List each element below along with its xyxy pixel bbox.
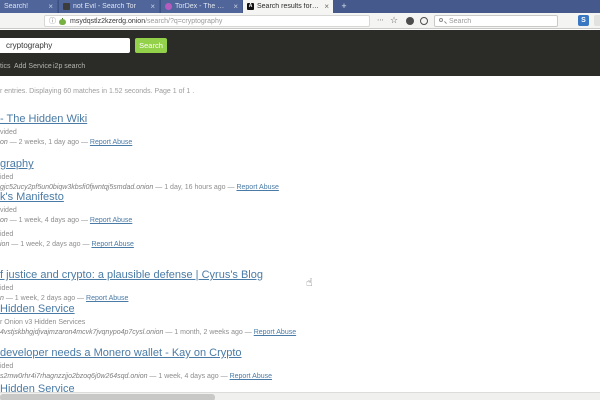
- circuit-display-icon[interactable]: [420, 17, 428, 25]
- ahmia-favicon: A: [247, 3, 254, 10]
- result-description: ided: [0, 230, 420, 239]
- onion-bulb: [59, 19, 66, 25]
- search-result: f justice and crypto: a plausible defens…: [0, 268, 420, 303]
- tab-label: not Evil - Search Tor: [73, 3, 146, 10]
- result-description: r Onion v3 Hidden Services: [0, 318, 420, 327]
- result-description: ided: [0, 173, 420, 182]
- search-lens: [439, 18, 443, 22]
- toolbar-search-input[interactable]: [449, 18, 553, 25]
- result-onion-url: on: [0, 217, 8, 224]
- tab-label: TorDex - The Uncensored Tor Index: [175, 3, 229, 10]
- tab-close-icon[interactable]: ×: [150, 2, 155, 11]
- report-abuse-link[interactable]: Report Abuse: [90, 217, 132, 224]
- toolbar-search-box[interactable]: [434, 15, 558, 27]
- result-title-link[interactable]: - The Hidden Wiki: [0, 112, 420, 126]
- report-abuse-link[interactable]: Report Abuse: [86, 295, 128, 302]
- result-meta: on — 1 week, 4 days ago — Report Abuse: [0, 216, 420, 225]
- result-meta: on — 2 weeks, 1 day ago — Report Abuse: [0, 138, 420, 147]
- result-onion-url: ion: [0, 241, 9, 248]
- result-onion-url: on: [0, 139, 8, 146]
- url-domain: msydqstlz2kzerdg.onion: [70, 18, 145, 25]
- url-bar[interactable]: ⓘ msydqstlz2kzerdg.onion/search/?q=crypt…: [44, 15, 370, 27]
- overflow-extension-icon[interactable]: [594, 15, 600, 26]
- nav-link-add-service[interactable]: Add Service: [14, 63, 52, 70]
- tor-onion-menu-icon[interactable]: [406, 17, 414, 25]
- report-abuse-link[interactable]: Report Abuse: [90, 139, 132, 146]
- tab-close-icon[interactable]: ×: [324, 2, 329, 11]
- navigation-toolbar: ⓘ msydqstlz2kzerdg.onion/search/?q=crypt…: [0, 13, 600, 29]
- result-description: vided: [0, 206, 420, 215]
- result-age: — 2 weeks, 1 day ago —: [8, 139, 90, 146]
- result-age: — 1 month, 2 weeks ago —: [163, 329, 253, 336]
- result-onion-url: s2mw0rhr4i7rhagnzzjjo2bzoq6j0w264sqd.oni…: [0, 373, 147, 380]
- result-onion-url: 4vstjskbhgjdjvajmzaron4mcvk7jvqnypo4p7cy…: [0, 329, 163, 336]
- tab-tordex[interactable]: TorDex - The Uncensored Tor Index ×: [160, 0, 242, 13]
- tab-search[interactable]: Search! ×: [0, 0, 57, 13]
- tab-close-icon[interactable]: ×: [233, 2, 238, 11]
- bookmark-star-icon[interactable]: ☆: [390, 15, 398, 26]
- search-result: - The Hidden Wiki vided on — 2 weeks, 1 …: [0, 112, 420, 147]
- report-abuse-link[interactable]: Report Abuse: [254, 329, 296, 336]
- result-description: ided: [0, 362, 420, 371]
- result-description: vided: [0, 128, 420, 137]
- report-abuse-link[interactable]: Report Abuse: [91, 241, 133, 248]
- tab-active-search-results[interactable]: A Search results for cryptography ×: [243, 0, 333, 13]
- new-tab-button[interactable]: +: [337, 0, 351, 13]
- result-title-link[interactable]: k's Manifesto: [0, 190, 420, 204]
- site-header: Search tics Add Service i2p search: [0, 30, 600, 76]
- result-age: — 1 week, 2 days ago —: [9, 241, 91, 248]
- search-result: k's Manifesto vided on — 1 week, 4 days …: [0, 190, 420, 225]
- mouse-cursor: ☝: [306, 276, 313, 289]
- report-abuse-link[interactable]: Report Abuse: [230, 373, 272, 380]
- search-result: developer needs a Monero wallet - Kay on…: [0, 346, 420, 381]
- site-nav: tics Add Service i2p search: [0, 63, 300, 73]
- nav-link-statistics[interactable]: tics: [0, 63, 11, 70]
- nav-link-i2p-search[interactable]: i2p search: [53, 63, 85, 70]
- tab-close-icon[interactable]: ×: [48, 2, 53, 11]
- result-title-link[interactable]: Hidden Service: [0, 302, 420, 316]
- tab-label: Search!: [4, 3, 44, 10]
- tab-not-evil[interactable]: not Evil - Search Tor ×: [58, 0, 159, 13]
- tab-label: Search results for cryptography: [257, 3, 320, 10]
- horizontal-scrollbar[interactable]: [0, 392, 600, 400]
- tab-bar: Search! × not Evil - Search Tor × TorDex…: [0, 0, 600, 13]
- search-result: Hidden Service r Onion v3 Hidden Service…: [0, 302, 420, 337]
- search-result: ided ion — 1 week, 2 days ago — Report A…: [0, 228, 420, 249]
- result-title-link[interactable]: developer needs a Monero wallet - Kay on…: [0, 346, 420, 360]
- not-evil-favicon: [63, 3, 70, 10]
- search-icon: [439, 18, 446, 25]
- result-title-link[interactable]: graphy: [0, 157, 420, 171]
- result-meta: 4vstjskbhgjdjvajmzaron4mcvk7jvqnypo4p7cy…: [0, 328, 420, 337]
- result-meta: s2mw0rhr4i7rhagnzzjjo2bzoq6j0w264sqd.oni…: [0, 372, 420, 381]
- result-age: — 1 week, 4 days ago —: [8, 217, 90, 224]
- site-search-input[interactable]: [0, 38, 130, 53]
- result-meta: ion — 1 week, 2 days ago — Report Abuse: [0, 240, 420, 249]
- page-actions-icon[interactable]: ⋯: [377, 16, 384, 24]
- browser-window: Search! × not Evil - Search Tor × TorDex…: [0, 0, 600, 400]
- tordex-favicon: [165, 3, 172, 10]
- search-result: graphy ided gjc52ucy2pf5un0biqw3kbsfi0fj…: [0, 157, 420, 192]
- search-handle: [444, 21, 447, 24]
- result-age: — 1 week, 2 days ago —: [4, 295, 86, 302]
- noscript-icon[interactable]: S: [578, 15, 589, 26]
- url-path: /search/?q=cryptography: [145, 18, 222, 25]
- result-description: ided: [0, 284, 420, 293]
- results-stats: r entries. Displaying 60 matches in 1.52…: [0, 88, 194, 95]
- scrollbar-thumb[interactable]: [0, 394, 215, 400]
- onion-circuit-icon[interactable]: [59, 18, 66, 25]
- result-age: — 1 week, 4 days ago —: [147, 373, 229, 380]
- site-search-button[interactable]: Search: [135, 38, 167, 53]
- page-info-icon[interactable]: ⓘ: [49, 16, 56, 26]
- result-title-link[interactable]: f justice and crypto: a plausible defens…: [0, 268, 420, 282]
